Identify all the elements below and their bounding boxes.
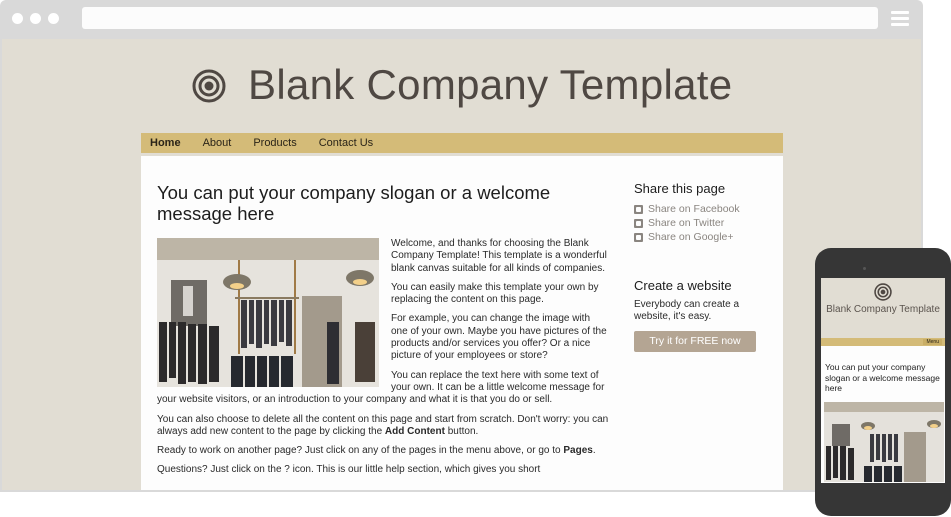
create-website-section: Create a website Everybody can create a … [634,278,774,352]
create-title: Create a website [634,278,732,293]
nav-item-products[interactable]: Products [253,137,296,149]
share-google-plus-link[interactable]: Share on Google+ [634,230,774,244]
page-viewport: Blank Company Template Home About Produc… [2,39,921,490]
site-title: Blank Company Template [248,61,733,108]
nav-item-home[interactable]: Home [150,137,181,149]
phone-menu-button[interactable]: Menu [923,339,942,345]
hamburger-icon[interactable] [891,11,909,29]
main-text: Welcome, and thanks for choosing the Bla… [157,238,609,484]
share-title: Share this page [634,181,726,196]
address-bar[interactable] [82,7,878,29]
store-photo [157,238,379,387]
nav-item-about[interactable]: About [203,137,232,149]
concentric-circles-icon [874,283,892,301]
paragraph-6: Ready to work on another page? Just clic… [157,445,609,457]
phone-store-photo [824,402,944,482]
nav-item-contact-us[interactable]: Contact Us [319,137,373,149]
share-google-plus-label: Share on Google+ [648,231,734,243]
content-area: You can put your company slogan or a wel… [141,156,783,490]
paragraph-5: You can also choose to delete all the co… [157,414,609,439]
pages-label: Pages [563,445,593,457]
facebook-icon [634,204,643,214]
site-header: Blank Company Template [2,39,921,134]
paragraph-5-text: You can also choose to delete all the co… [157,413,609,437]
phone-screen: Blank Company Template Menu You can put … [821,278,945,483]
phone-site-title: Blank Company Template [826,304,940,315]
phone-header: Blank Company Template [821,278,945,338]
concentric-circles-icon [192,69,226,103]
paragraph-7: Questions? Just click on the ? icon. Thi… [157,464,541,476]
browser-chrome [0,0,923,38]
try-free-button[interactable]: Try it for FREE now [634,331,756,352]
browser-window: Blank Company Template Home About Produc… [0,0,923,492]
sidebar: Share this page Share on Facebook Share … [634,181,774,352]
phone-mockup: Blank Company Template Menu You can put … [815,248,951,516]
page-slogan: You can put your company slogan or a wel… [157,182,551,224]
phone-nav: Menu [821,338,945,346]
add-content-label: Add Content [384,425,445,437]
window-dot-maximize[interactable] [48,13,59,24]
share-facebook-label: Share on Facebook [648,203,740,215]
paragraph-6-tail: . [592,445,596,457]
share-twitter-label: Share on Twitter [648,217,725,229]
paragraph-6-text: Ready to work on another page? Just clic… [157,445,564,457]
google-plus-icon [634,232,643,242]
paragraph-5-tail: button. [444,425,479,437]
create-text: Everybody can create a website, it's eas… [634,299,740,322]
share-facebook-link[interactable]: Share on Facebook [634,202,774,216]
window-dot-close[interactable] [12,13,23,24]
twitter-icon [634,218,643,228]
main-nav: Home About Products Contact Us [141,133,783,153]
phone-camera [863,267,866,270]
window-dot-minimize[interactable] [30,13,41,24]
phone-slogan: You can put your company slogan or a wel… [825,362,940,393]
share-twitter-link[interactable]: Share on Twitter [634,216,774,230]
